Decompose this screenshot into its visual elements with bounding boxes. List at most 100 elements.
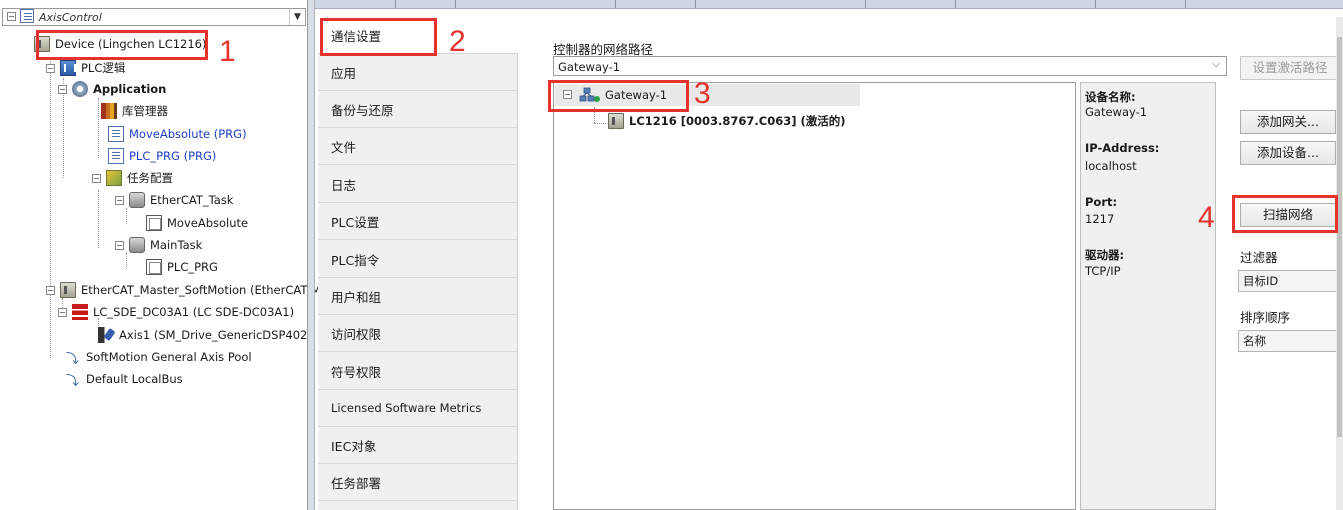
tab-application[interactable]: 应用 <box>318 54 518 91</box>
task-icon <box>129 192 145 208</box>
gateway-path-value: Gateway-1 <box>558 60 621 74</box>
ethercat-master-icon <box>60 282 76 298</box>
add-gateway-button[interactable]: 添加网关... <box>1240 110 1336 134</box>
tree-item-task-config[interactable]: − 任务配置 <box>92 168 173 188</box>
collapse-toggle[interactable]: − <box>92 173 101 183</box>
collapse-toggle[interactable]: − <box>46 63 55 73</box>
filter-label: 过滤器 <box>1240 250 1278 265</box>
tree-item-ethercat-task-call[interactable]: MoveAbsolute <box>146 213 248 233</box>
program-document-icon <box>108 148 124 164</box>
ip-address-label: IP-Address: <box>1085 141 1160 155</box>
tree-item-axis1[interactable]: Axis1 (SM_Drive_GenericDSP402) <box>98 325 312 345</box>
tree-item-ethercat-task[interactable]: − EtherCAT_Task <box>115 190 233 210</box>
tab-access-rights[interactable]: 访问权限 <box>318 315 518 352</box>
vertical-scrollbar[interactable] <box>1336 17 1343 510</box>
sort-order-label: 排序顺序 <box>1240 310 1291 325</box>
device-icon <box>608 113 624 129</box>
filter-select[interactable]: 目标ID <box>1238 270 1343 292</box>
port-value: 1217 <box>1085 212 1115 226</box>
device-details-panel: 设备名称: Gateway-1 IP-Address: localhost Po… <box>1080 82 1216 510</box>
tab-task-deployment[interactable]: 任务部署 <box>318 464 518 501</box>
tree-item-local-bus[interactable]: Default LocalBus <box>65 369 183 389</box>
annotation-number-3: 3 <box>694 77 711 110</box>
sort-order-select[interactable]: 名称 <box>1238 330 1343 352</box>
tab-symbol-rights[interactable]: 符号权限 <box>318 353 518 390</box>
tree-item-label: 任务配置 <box>127 171 173 185</box>
tree-item-label: Default LocalBus <box>86 372 183 386</box>
driver-label: 驱动器: <box>1085 248 1125 262</box>
tree-item-label: SoftMotion General Axis Pool <box>86 350 252 364</box>
collapse-toggle[interactable]: − <box>115 240 124 250</box>
chevron-down-icon[interactable]: ⌵ <box>1212 59 1220 70</box>
task-icon <box>129 237 145 253</box>
tree-item-label: MoveAbsolute <box>167 216 249 230</box>
scrollbar-thumb[interactable] <box>1337 37 1342 437</box>
annotation-box-1 <box>36 30 208 60</box>
network-device-tree[interactable]: − Gateway-1 LC1216 [0003.8767.C063] (激活的… <box>553 82 1076 510</box>
tree-item-axis-pool[interactable]: SoftMotion General Axis Pool <box>65 347 252 367</box>
device-name-value: Gateway-1 <box>1085 105 1148 119</box>
tab-users-groups[interactable]: 用户和组 <box>318 278 518 315</box>
tab-plc-settings[interactable]: PLC设置 <box>318 203 518 240</box>
tree-item-ethercat-master[interactable]: − EtherCAT_Master_SoftMotion (EtherCAT M <box>46 280 321 300</box>
tree-item-application[interactable]: − Application <box>58 79 166 99</box>
tree-item-main-task-call[interactable]: PLC_PRG <box>146 257 218 277</box>
device-name-label: 设备名称: <box>1085 90 1136 104</box>
annotation-box-2 <box>320 18 437 56</box>
project-selector[interactable]: − AxisControl ▼ <box>2 8 306 26</box>
tree-item-label: LC_SDE_DC03A1 (LC SDE-DC03A1) <box>93 305 295 319</box>
tree-item-label: 库管理器 <box>122 104 168 118</box>
plc-logic-icon <box>60 60 76 76</box>
tree-item-label: PLC逻辑 <box>81 61 126 75</box>
axis-drive-icon <box>98 327 114 343</box>
tree-item-plc-logic[interactable]: − PLC逻辑 <box>46 58 125 78</box>
tree-item-lc-sde[interactable]: − LC_SDE_DC03A1 (LC SDE-DC03A1) <box>58 302 294 322</box>
panel-splitter[interactable] <box>308 0 315 510</box>
tree-item-label: Axis1 (SM_Drive_GenericDSP402) <box>119 328 312 342</box>
axis-pool-icon <box>65 348 81 367</box>
annotation-box-3 <box>548 80 689 112</box>
collapse-toggle[interactable]: − <box>7 12 16 21</box>
tree-item-label: EtherCAT_Master_SoftMotion (EtherCAT M <box>81 283 321 297</box>
annotation-box-4 <box>1232 195 1338 233</box>
tree-item-label: MoveAbsolute (PRG) <box>129 127 247 141</box>
tab-plc-commands[interactable]: PLC指令 <box>318 241 518 278</box>
ip-address-value: localhost <box>1085 159 1137 173</box>
tree-item-label: EtherCAT_Task <box>150 193 234 207</box>
collapse-toggle[interactable]: − <box>115 195 124 205</box>
tab-licensed-software-metrics[interactable]: Licensed Software Metrics <box>318 390 518 427</box>
program-call-icon <box>146 259 162 275</box>
annotation-number-2: 2 <box>449 25 466 58</box>
tab-iec-objects[interactable]: IEC对象 <box>318 427 518 464</box>
port-label: Port: <box>1085 195 1118 209</box>
program-document-icon <box>108 126 124 142</box>
device-node-label: LC1216 [0003.8767.C063] (激活的) <box>629 114 846 128</box>
ethercat-slave-icon <box>72 304 88 320</box>
editor-tab-strip[interactable] <box>315 0 1343 9</box>
collapse-toggle[interactable]: − <box>58 307 67 317</box>
driver-value: TCP/IP <box>1085 264 1121 278</box>
tree-item-label: PLC_PRG <box>167 260 218 274</box>
set-active-path-button[interactable]: 设置激活路径 <box>1240 56 1340 80</box>
local-bus-icon <box>65 370 81 389</box>
tree-item-main-task[interactable]: − MainTask <box>115 235 202 255</box>
project-icon <box>20 9 34 23</box>
project-root-label: AxisControl <box>39 11 102 24</box>
tree-item-library-manager[interactable]: 库管理器 <box>101 101 168 121</box>
tab-files[interactable]: 文件 <box>318 128 518 165</box>
gateway-path-select[interactable]: Gateway-1 ⌵ <box>553 56 1227 76</box>
annotation-number-1: 1 <box>219 35 236 68</box>
annotation-number-4: 4 <box>1198 201 1215 234</box>
collapse-toggle[interactable]: − <box>58 84 67 94</box>
tree-item-moveabsolute-prg[interactable]: MoveAbsolute (PRG) <box>108 124 247 144</box>
tab-backup-restore[interactable]: 备份与还原 <box>318 91 518 128</box>
add-device-button[interactable]: 添加设备... <box>1240 141 1336 165</box>
tab-log[interactable]: 日志 <box>318 166 518 203</box>
tree-item-lc1216[interactable]: LC1216 [0003.8767.C063] (激活的) <box>608 113 846 129</box>
tree-item-label: MainTask <box>150 238 203 252</box>
collapse-toggle[interactable]: − <box>46 285 55 295</box>
chevron-down-icon[interactable]: ▼ <box>289 9 305 25</box>
tree-item-label: PLC_PRG (PRG) <box>129 149 217 163</box>
tree-item-plc-prg[interactable]: PLC_PRG (PRG) <box>108 146 216 166</box>
program-call-icon <box>146 215 162 231</box>
